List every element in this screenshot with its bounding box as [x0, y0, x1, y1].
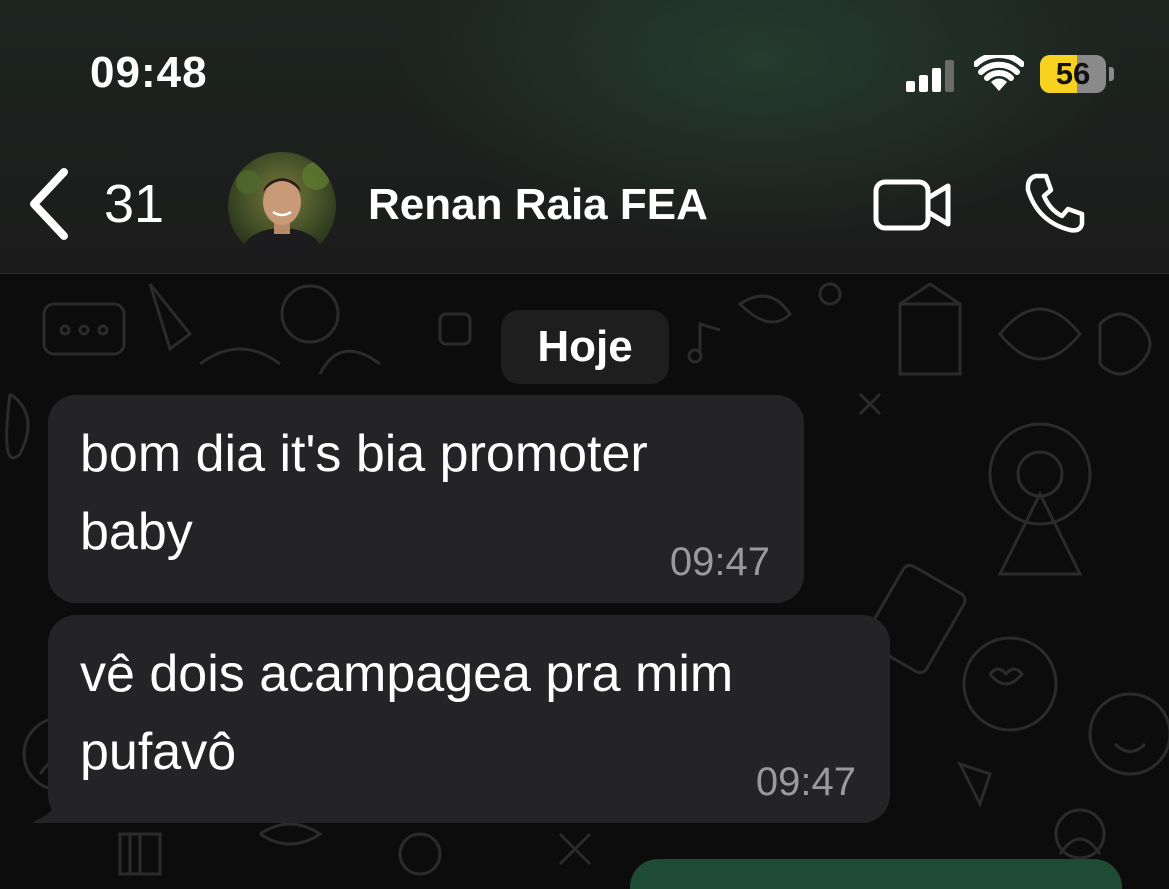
battery-tip [1109, 67, 1114, 81]
avatar[interactable] [228, 152, 336, 260]
back-chevron-icon [30, 168, 68, 240]
message-bubble-outgoing[interactable] [630, 859, 1122, 889]
contact-name[interactable]: Renan Raia FEA [368, 180, 708, 230]
message-text: vê dois acampagea pra mim pufavô [80, 645, 734, 781]
chat-area[interactable]: Hoje bom dia it's bia promoter baby 09:4… [0, 274, 1169, 889]
message-timestamp: 09:47 [669, 540, 770, 584]
status-bar-time: 09:48 [90, 48, 208, 97]
top-bar: 09:48 56 31 Renan Raia FEA [0, 0, 1169, 274]
message-timestamp: 09:47 [755, 760, 856, 804]
message-text: bom dia it's bia promoter baby [80, 425, 648, 561]
date-chip: Hoje [501, 310, 669, 384]
unread-chats-count: 31 [104, 174, 165, 234]
message-bubble-incoming[interactable]: bom dia it's bia promoter baby 09:47 [48, 395, 804, 603]
battery-level: 56 [1055, 56, 1091, 91]
message-bubble-incoming[interactable]: vê dois acampagea pra mim pufavô 09:47 [48, 615, 890, 823]
whatsapp-chat-screen: 09:48 56 31 Renan Raia FEA Hoje bom dia … [0, 0, 1169, 889]
wifi-icon [974, 55, 1024, 91]
phone-icon[interactable] [1022, 170, 1088, 236]
avatar-photo [228, 152, 336, 260]
back-button[interactable]: 31 [26, 166, 164, 242]
video-camera-icon[interactable] [872, 176, 954, 234]
cellular-signal-icon [906, 58, 956, 92]
battery-icon: 56 [1040, 55, 1106, 93]
